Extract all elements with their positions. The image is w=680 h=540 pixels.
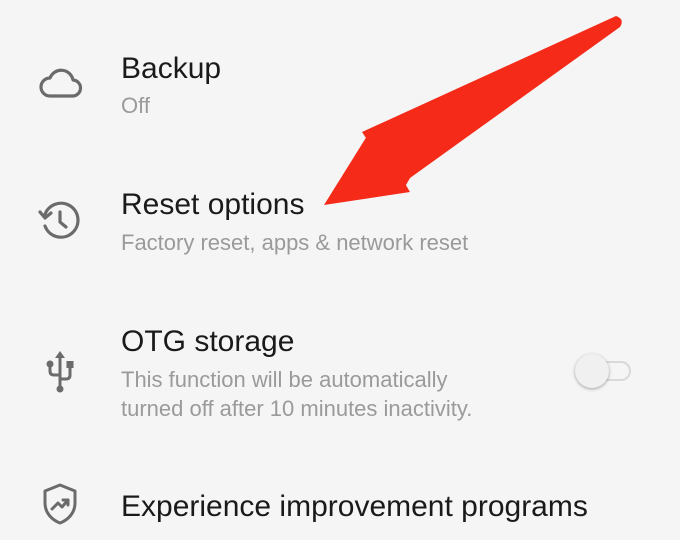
otg-storage-toggle[interactable] (573, 354, 635, 388)
reset-options-title: Reset options (121, 188, 305, 221)
reset-options-subtitle: Factory reset, apps & network reset (121, 230, 469, 255)
settings-item-backup[interactable]: Backup Off (0, 0, 680, 150)
backup-subtitle: Off (121, 93, 150, 118)
otg-storage-subtitle-line2: turned off after 10 minutes inactivity. (121, 396, 473, 421)
settings-item-reset-options[interactable]: Reset options Factory reset, apps & netw… (0, 150, 680, 285)
settings-item-experience-improvement[interactable]: Experience improvement programs (0, 450, 680, 540)
shield-trend-icon (36, 480, 84, 528)
backup-title: Backup (121, 52, 222, 85)
settings-item-otg-storage[interactable]: OTG storage This function will be automa… (0, 285, 680, 450)
usb-icon (36, 347, 84, 395)
toggle-knob (575, 354, 609, 388)
otg-storage-title: OTG storage (121, 325, 295, 358)
otg-storage-subtitle-line1: This function will be automatically (121, 367, 448, 392)
cloud-icon (36, 58, 84, 106)
experience-improvement-title: Experience improvement programs (121, 490, 588, 523)
history-icon (36, 196, 84, 244)
